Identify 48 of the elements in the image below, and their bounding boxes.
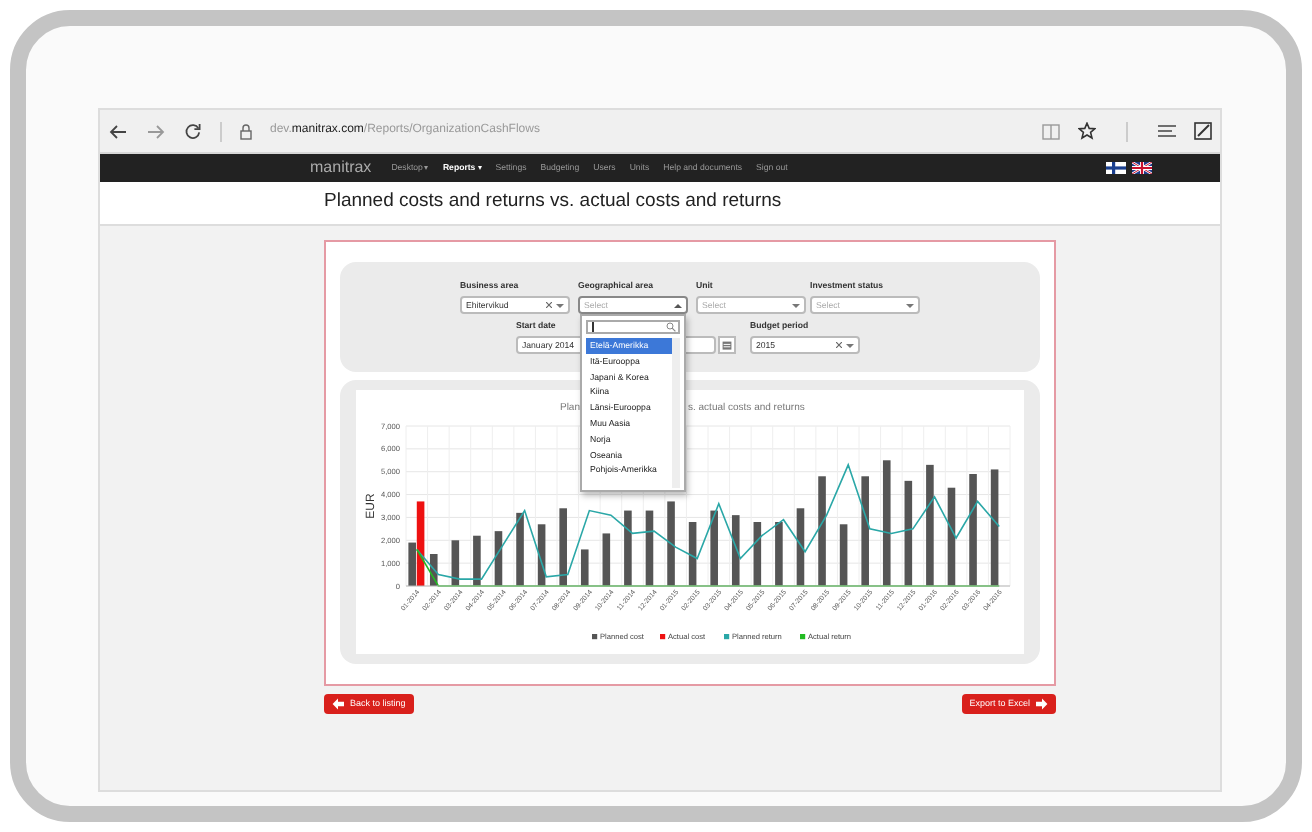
search-icon <box>666 322 676 332</box>
bar <box>926 464 934 586</box>
legend-swatch-icon <box>592 634 598 640</box>
refresh-icon[interactable] <box>184 122 202 140</box>
bar <box>731 515 740 586</box>
bar <box>688 522 697 586</box>
bar <box>537 524 546 586</box>
bar <box>667 501 675 586</box>
bar <box>969 474 977 586</box>
bar <box>882 460 891 586</box>
bar <box>559 508 567 586</box>
bar <box>602 533 611 586</box>
bar <box>451 540 460 586</box>
bar <box>645 510 654 586</box>
arrow-left-icon <box>332 698 344 710</box>
menu-icon[interactable] <box>1158 124 1176 138</box>
finnish-flag-icon[interactable] <box>1105 162 1126 174</box>
bar <box>710 510 718 586</box>
bar <box>753 522 762 586</box>
back-icon[interactable] <box>108 123 128 139</box>
page-title: Planned costs and returns vs. actual costs and returns <box>324 188 782 217</box>
bar <box>775 522 783 586</box>
uk-flag-icon[interactable] <box>1131 162 1152 174</box>
bar <box>947 487 956 586</box>
bar <box>473 535 481 586</box>
clear-icon[interactable] <box>546 302 552 309</box>
bar <box>861 476 869 586</box>
bar <box>818 476 826 586</box>
bar <box>580 549 589 586</box>
bar <box>494 531 503 586</box>
legend-swatch-icon <box>660 634 666 640</box>
bar <box>796 508 805 586</box>
brand-logo[interactable]: manitrax <box>310 156 372 180</box>
bar <box>839 524 848 586</box>
bar <box>904 480 913 586</box>
lock-icon <box>240 123 252 139</box>
legend-swatch-icon <box>724 634 730 640</box>
bar <box>990 469 999 586</box>
clear-icon[interactable] <box>836 342 842 349</box>
bar <box>624 510 632 586</box>
legend-swatch-icon <box>800 634 806 640</box>
star-icon[interactable] <box>1078 122 1096 140</box>
arrow-right-icon <box>1036 698 1048 710</box>
note-icon[interactable] <box>1194 122 1212 140</box>
bar <box>429 554 438 586</box>
calendar-icon[interactable] <box>722 340 732 351</box>
bar <box>516 512 524 586</box>
search-field[interactable] <box>586 320 680 334</box>
